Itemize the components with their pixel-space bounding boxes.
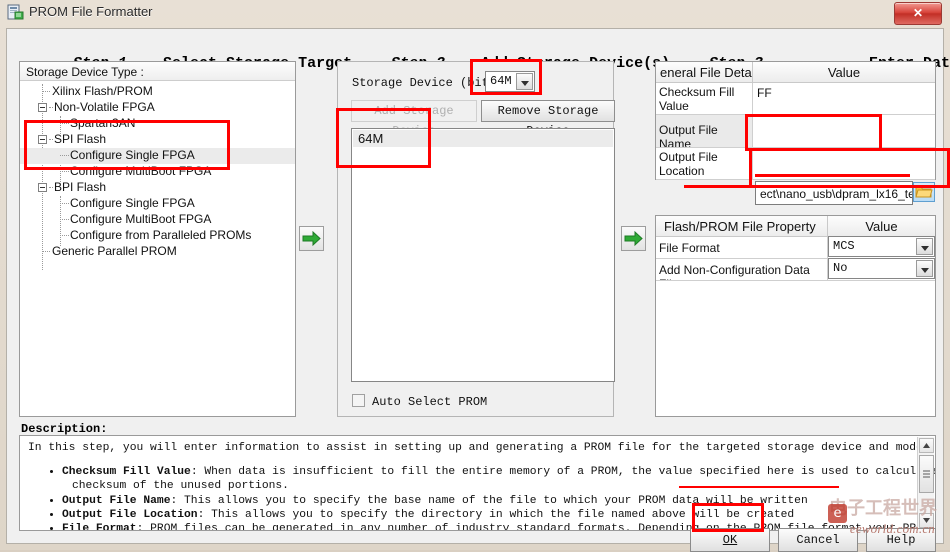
tree-item-label: Xilinx Flash/PROM (52, 84, 153, 98)
file-format-value: MCS (833, 239, 855, 253)
tree-item-label: SPI Flash (54, 132, 106, 146)
tree-item-label: Non-Volatile FPGA (54, 100, 155, 114)
add-storage-device-button[interactable]: Add Storage Device (351, 100, 477, 122)
general-grid-col-name: eneral File Deta (656, 62, 753, 83)
right-arrow-icon (300, 227, 323, 250)
remove-storage-device-button[interactable]: Remove Storage Device (481, 100, 615, 122)
description-box[interactable]: In this step, you will enter information… (19, 435, 936, 531)
general-file-details-grid: eneral File Deta Value Checksum Fill Val… (655, 61, 936, 180)
storage-device-bits-label: Storage Device (bits) (352, 76, 503, 90)
tree-item-label: Configure Single FPGA (70, 148, 195, 162)
description-body: : This allows you to specify the directo… (198, 509, 795, 521)
chevron-down-icon[interactable] (516, 73, 533, 90)
chevron-down-icon[interactable] (916, 260, 933, 277)
description-body: : When data is insufficient to fill the … (191, 466, 936, 478)
tree-item-spi-flash[interactable]: SPI Flash (20, 132, 295, 148)
browse-folder-button[interactable] (913, 182, 935, 202)
row-file-format-name: File Format (656, 237, 828, 259)
property-grid-col-name: Flash/PROM File Property (656, 216, 828, 237)
ok-button-label: OK (723, 533, 737, 547)
tree-item-label: Generic Parallel PROM (52, 244, 177, 258)
general-grid-col-value: Value (753, 62, 935, 83)
tree-item-label: Configure MultiBoot FPGA (70, 212, 211, 226)
description-term: Output File Location (62, 509, 198, 521)
tree-item-label: BPI Flash (54, 180, 106, 194)
description-term: File Format (62, 523, 137, 531)
tree-item-spartan3an[interactable]: Spartan3AN (20, 116, 295, 132)
scrollbar-thumb[interactable] (919, 455, 934, 493)
storage-device-bits-combo[interactable]: 64M (485, 71, 535, 92)
description-label: Description: (21, 422, 107, 436)
description-bullet: Output File Location: This allows you to… (62, 508, 913, 522)
description-continuation: checksum of the unused portions. (28, 479, 913, 493)
tree-collapse-icon[interactable] (38, 103, 47, 112)
description-term: Checksum Fill Value (62, 466, 191, 478)
storage-device-bits-value: 64M (490, 74, 512, 88)
row-checksum-fill-value-value: FF (753, 83, 935, 115)
cancel-button[interactable]: Cancel (778, 528, 858, 552)
add-storage-device-panel: Storage Device (bits) 64M Add Storage De… (337, 61, 614, 417)
storage-device-type-header: Storage Device Type : (20, 62, 295, 81)
storage-device-list[interactable]: 64M (351, 128, 615, 382)
output-file-location-input[interactable]: ect\nano_usb\dpram_lx16_test\ (755, 181, 913, 205)
prom-file-formatter-window: PROM File Formatter ✕ Step 1. Select Sto… (0, 0, 950, 550)
tree-item-xilinx-flash-prom[interactable]: Xilinx Flash/PROM (20, 84, 295, 100)
add-nonconfig-data-files-value: No (833, 261, 847, 275)
tree-item-bpi-configure-multiboot-fpga[interactable]: Configure MultiBoot FPGA (20, 212, 295, 228)
watermark-logo: e (828, 504, 847, 523)
tree-item-label: Configure MultiBoot FPGA (70, 164, 211, 178)
property-grid-col-value: Value (828, 216, 935, 237)
cancel-button-label: Cancel (796, 533, 839, 547)
file-format-combo[interactable]: MCS (828, 236, 935, 257)
tree-item-label: Configure Single FPGA (70, 196, 195, 210)
list-item[interactable]: 64M (353, 130, 613, 147)
tree-item-generic-parallel-prom[interactable]: Generic Parallel PROM (20, 244, 295, 260)
watermark-text: eeworld.com.cn (850, 521, 935, 537)
add-nonconfig-data-files-combo[interactable]: No (828, 258, 935, 279)
description-intro: In this step, you will enter information… (28, 441, 913, 455)
step1-next-arrow-button[interactable] (299, 226, 324, 251)
step2-next-arrow-button[interactable] (621, 226, 646, 251)
right-arrow-icon (622, 227, 645, 250)
tree-item-label: Spartan3AN (70, 116, 135, 130)
tree-item-bpi-configure-single-fpga[interactable]: Configure Single FPGA (20, 196, 295, 212)
tree-item-spi-configure-multiboot-fpga[interactable]: Configure MultiBoot FPGA (20, 164, 295, 180)
tree-item-spi-configure-single-fpga[interactable]: Configure Single FPGA (20, 148, 295, 164)
window-title: PROM File Formatter (29, 4, 153, 19)
description-bullet-list-2: Output File Name: This allows you to spe… (28, 494, 913, 531)
description-body: : This allows you to specify the base na… (170, 495, 807, 507)
row-output-file-name-name: Output File Name (656, 115, 753, 148)
storage-device-type-panel: Storage Device Type : Xilinx Flash/PROM … (19, 61, 296, 417)
tree-item-label: Configure from Paralleled PROMs (70, 228, 251, 242)
description-bullet: Output File Name: This allows you to spe… (62, 494, 913, 508)
description-bullet: Checksum Fill Value: When data is insuff… (62, 465, 913, 479)
ok-button[interactable]: OK (690, 528, 770, 552)
description-term: Output File Name (62, 495, 170, 507)
description-text: In this step, you will enter information… (28, 441, 913, 531)
row-output-file-location-name: Output File Location (656, 148, 753, 180)
tree-collapse-icon[interactable] (38, 135, 47, 144)
tree-item-configure-from-paralleled-proms[interactable]: Configure from Paralleled PROMs (20, 228, 295, 244)
tree-item-bpi-flash[interactable]: BPI Flash (20, 180, 295, 196)
tree-item-non-volatile-fpga[interactable]: Non-Volatile FPGA (20, 100, 295, 116)
auto-select-prom-label: Auto Select PROM (372, 395, 487, 409)
auto-select-prom-checkbox[interactable] (352, 394, 365, 407)
dialog-client-area: Step 1. Select Storage Target Storage De… (6, 28, 944, 544)
scroll-up-arrow-icon[interactable] (919, 438, 934, 453)
tree-collapse-icon[interactable] (38, 183, 47, 192)
title-bar: PROM File Formatter ✕ (0, 0, 950, 26)
prom-app-icon (7, 4, 24, 21)
folder-icon (915, 184, 933, 199)
row-checksum-fill-value-name: Checksum Fill Value (656, 83, 753, 115)
description-bullet-list: Checksum Fill Value: When data is insuff… (28, 465, 913, 479)
row-add-nonconfig-data-files-name: Add Non-Configuration Data Files (656, 259, 828, 281)
chevron-down-icon[interactable] (916, 238, 933, 255)
close-button[interactable]: ✕ (894, 2, 942, 25)
